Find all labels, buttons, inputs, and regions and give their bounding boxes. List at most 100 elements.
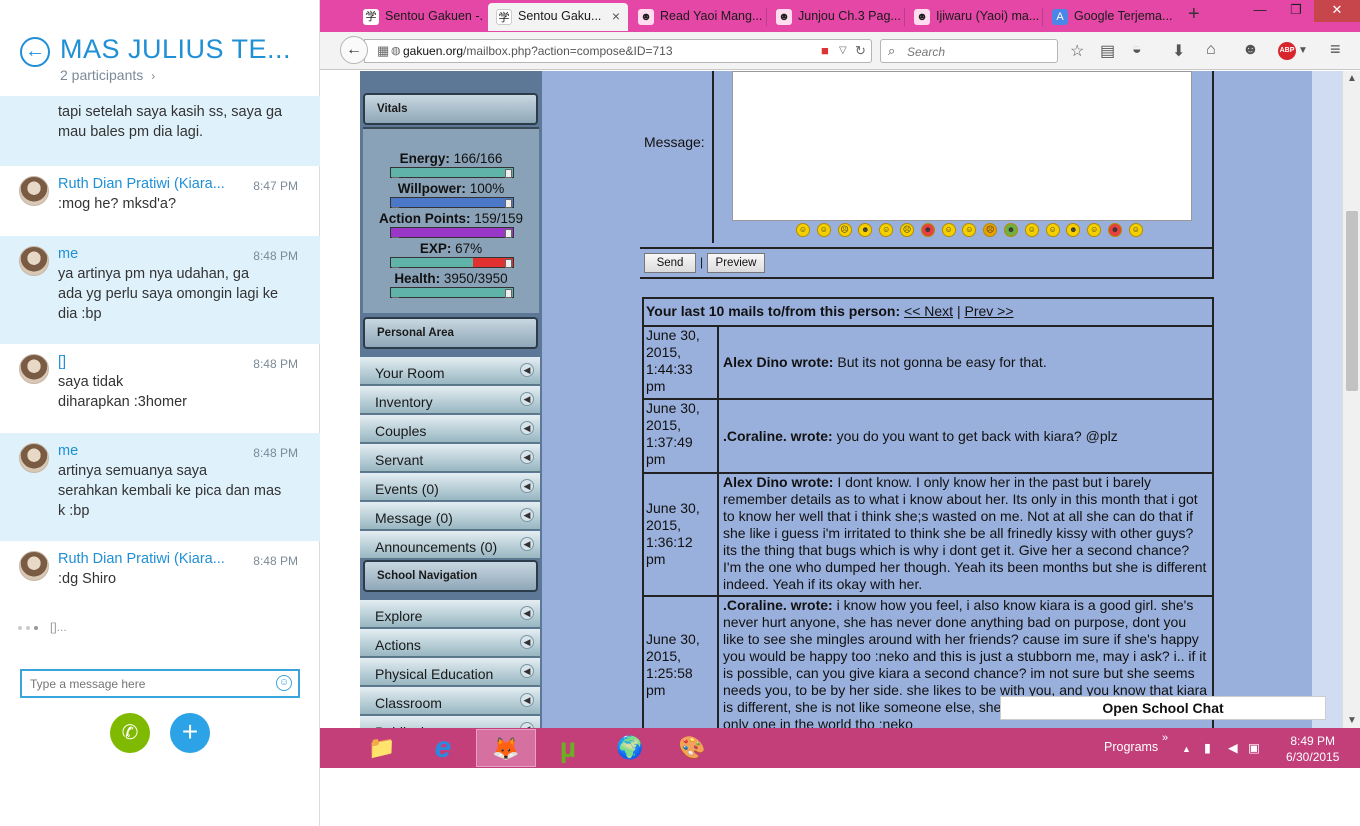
close-window-button[interactable]: ✕ [1314,0,1360,22]
tab-sentou-active[interactable]: 学 Sentou Gaku... × [488,3,628,31]
menu-item-physical-education[interactable]: Physical Education ◀ [360,658,540,686]
preview-button[interactable]: Preview [707,253,765,273]
chat-message[interactable]: Ruth Dian Pratiwi (Kiara... 8:47 PM:mog h… [0,166,320,236]
emoticon-icon[interactable]: ☺ [816,223,831,237]
conversation-title[interactable]: MAS JULIUS TE... [60,34,291,65]
message-input[interactable] [22,671,262,696]
avatar[interactable] [19,443,49,473]
close-tab-icon[interactable]: × [612,8,620,24]
message-compose[interactable]: ☺ [20,669,300,698]
chat-message[interactable]: Ruth Dian Pratiwi (Kiara... 8:48 PM:dg Sh… [0,541,320,631]
chat-message[interactable]: me 8:48 PM artinya semuanya saya serahkan k… [0,433,320,541]
menu-item-servant[interactable]: Servant ◀ [360,444,540,472]
participants-link[interactable]: 2 participants › [60,67,155,83]
chat-icon[interactable]: ☻ [1242,41,1259,59]
add-button[interactable]: + [170,713,210,753]
scroll-down-icon[interactable]: ▼ [1347,715,1357,726]
paint-icon[interactable]: 🎨 [662,729,722,767]
tab-junjou[interactable]: ☻ Junjou Ch.3 Pag... [768,3,904,31]
system-clock[interactable]: 8:49 PM 6/30/2015 [1286,733,1339,765]
emoticon-icon[interactable]: ☺ [1128,223,1143,237]
firefox-icon[interactable]: 🦊 [476,729,536,767]
home-icon[interactable]: ⌂ [1206,41,1216,59]
tab-google-translate[interactable]: A Google Terjema... [1044,3,1182,31]
back-button[interactable]: ← [340,36,368,64]
minimize-button[interactable]: — [1242,0,1278,22]
tab-ijiwaru[interactable]: ☻ Ijiwaru (Yaoi) ma... [906,3,1042,31]
chat-message[interactable]: me 8:48 PM ya artinya pm nya udahan, ga ada… [0,236,320,344]
menu-item-actions[interactable]: Actions ◀ [360,629,540,657]
reload-icon[interactable]: ↻ [855,43,866,59]
file-explorer-icon[interactable]: 📁 [352,729,412,767]
download-icon[interactable]: ⬇ [1172,41,1185,61]
emoticon-icon[interactable]: ☹ [900,223,914,237]
network-icon[interactable]: ▣ [1248,740,1260,755]
new-tab-button[interactable]: + [1188,3,1200,26]
menu-item-announcements-0-[interactable]: Announcements (0) ◀ [360,531,540,559]
scroll-up-icon[interactable]: ▲ [1347,73,1357,84]
menu-item-label: Announcements (0) [375,539,498,555]
menu-item-your-room[interactable]: Your Room ◀ [360,357,540,385]
emoticon-icon[interactable]: ☺ [962,223,977,237]
emoticon-icon[interactable]: ☻ [1066,223,1081,237]
scroll-thumb[interactable] [1346,211,1358,391]
url-text[interactable]: gakuen.org/mailbox.php?action=compose&ID… [403,44,673,58]
open-school-chat-button[interactable]: Open School Chat [1000,696,1326,720]
menu-item-couples[interactable]: Couples ◀ [360,415,540,443]
prev-link[interactable]: Prev >> [964,303,1013,319]
emoticon-icon[interactable]: ☺ [276,675,292,691]
url-bar[interactable]: ▦ ◍ gakuen.org/mailbox.php?action=compos… [364,39,872,63]
identity-icon[interactable]: ▦ [377,43,389,59]
search-box[interactable]: ⌕ Search [880,39,1058,63]
emoticon-icon[interactable]: ☺ [1024,223,1039,237]
power-icon[interactable]: ▮ [1204,740,1211,755]
reading-list-icon[interactable]: ▤ [1100,41,1115,61]
programs-toolbar[interactable]: Programs [1104,740,1158,754]
dropdown-icon[interactable]: ▼ [1298,45,1308,56]
volume-icon[interactable]: ◀ [1228,740,1238,755]
tab-sentou-1[interactable]: 学 Sentou Gakuen -... [355,3,483,31]
chat-message[interactable]: [] 8:48 PM saya tidak diharapkan :3homer [0,344,320,433]
tab-yaoi-manga[interactable]: ☻ Read Yaoi Mang... [630,3,766,31]
network-icon[interactable]: 🌍 [600,729,660,767]
call-button[interactable]: ✆ [110,713,150,753]
avatar[interactable] [19,354,49,384]
ms-addon-icon[interactable]: ■ [821,43,829,58]
vertical-scrollbar[interactable]: ▲ ▼ [1342,71,1360,728]
next-link[interactable]: << Next [904,303,953,319]
emoticon-icon[interactable]: ☺ [1045,223,1060,237]
menu-item-inventory[interactable]: Inventory ◀ [360,386,540,414]
send-button[interactable]: Send [644,253,696,273]
menu-item-events-0-[interactable]: Events (0) ◀ [360,473,540,501]
tray-expand-icon[interactable]: ▲ [1182,744,1191,754]
chat-message[interactable]: tapi setelah saya kasih ss, saya ga mau b… [0,96,320,166]
emoticon-icon[interactable]: ☻ [920,223,935,237]
emoticon-icon[interactable]: ☺ [879,223,894,237]
internet-explorer-icon[interactable]: e [413,729,473,767]
menu-item-classroom[interactable]: Classroom ◀ [360,687,540,715]
chevron-icon[interactable]: » [1162,732,1168,744]
utorrent-icon[interactable]: µ [538,729,598,767]
maximize-button[interactable]: ❐ [1278,0,1314,22]
avatar[interactable] [19,551,49,581]
emoticon-icon[interactable]: ☺ [1087,223,1102,237]
emoticon-icon[interactable]: ☹ [837,223,852,237]
emoticon-icon[interactable]: ☺ [796,223,810,237]
avatar[interactable] [19,246,49,276]
menu-item-explore[interactable]: Explore ◀ [360,600,540,628]
adblock-icon[interactable]: ABP [1278,42,1296,60]
menu-item-public-l-[interactable]: Public .l...◀ [360,716,540,728]
emoticon-icon[interactable]: ☻ [1108,223,1122,237]
menu-icon[interactable]: ≡ [1330,39,1341,60]
dropdown-icon[interactable]: ▽ [839,45,847,56]
emoticon-icon[interactable]: ☺ [941,223,956,237]
emoticon-icon[interactable]: ☻ [1004,223,1018,237]
bookmark-star-icon[interactable]: ☆ [1070,41,1084,61]
message-textarea[interactable] [732,71,1192,221]
back-arrow-icon[interactable]: ← [20,37,50,67]
avatar[interactable] [19,176,49,206]
menu-item-message-0-[interactable]: Message (0) ◀ [360,502,540,530]
emoticon-icon[interactable]: ☹ [983,223,998,237]
emoticon-icon[interactable]: ☻ [858,223,873,237]
pocket-icon[interactable]: ◒ [1132,41,1142,59]
